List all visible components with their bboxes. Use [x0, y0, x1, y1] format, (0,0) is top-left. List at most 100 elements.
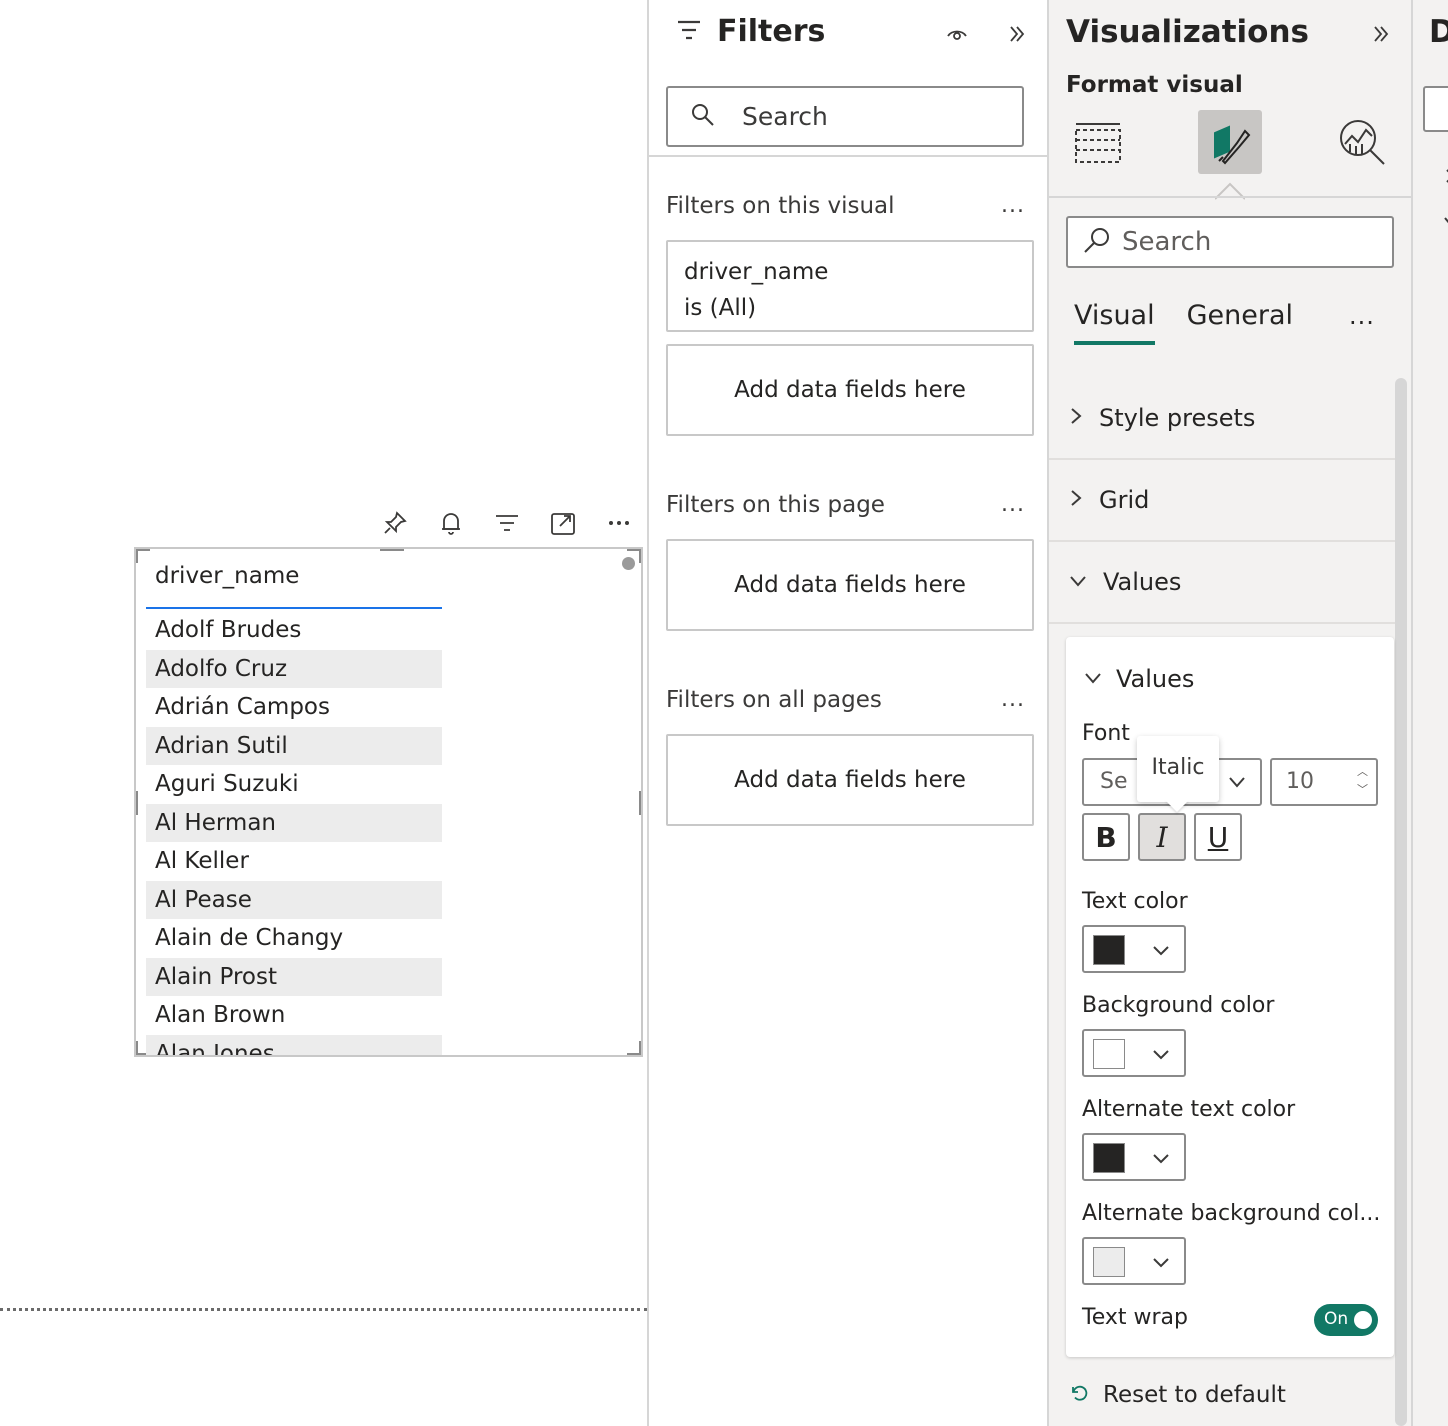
values-subsection-label: Values [1116, 665, 1195, 693]
italic-button[interactable]: I [1138, 813, 1186, 861]
font-size-stepper[interactable]: 10 ︿ ﹀ [1270, 758, 1378, 806]
more-options-button[interactable]: ... [1001, 687, 1025, 712]
add-data-fields-visual[interactable]: Add data fields here [666, 344, 1034, 436]
data-pane: D [1411, 0, 1448, 1426]
more-options-button[interactable]: ... [1349, 302, 1375, 330]
color-swatch [1093, 1143, 1125, 1173]
decrement-icon[interactable]: ﹀ [1357, 784, 1368, 796]
resize-handle[interactable] [380, 549, 404, 551]
tab-general[interactable]: General [1187, 300, 1293, 345]
list-item[interactable]: Al Pease [146, 880, 442, 919]
alternate-background-color-label: Alternate background col... [1082, 1201, 1381, 1226]
grid-section[interactable]: Grid [1049, 460, 1395, 542]
visual-header [378, 506, 636, 540]
bold-button[interactable]: B [1082, 813, 1130, 861]
list-item[interactable]: Al Keller [146, 842, 442, 881]
color-swatch [1093, 1039, 1125, 1069]
chevron-down-icon [1069, 573, 1087, 592]
list-item[interactable]: Aguri Suzuki [146, 765, 442, 804]
resize-handle[interactable] [639, 791, 641, 815]
data-pane-title: D [1429, 14, 1448, 50]
color-swatch [1093, 1247, 1125, 1277]
values-subsection-header[interactable]: Values [1084, 665, 1194, 693]
search-icon [1082, 225, 1112, 259]
list-item[interactable]: Alain Prost [146, 957, 442, 996]
alternate-background-color-picker[interactable] [1082, 1237, 1186, 1285]
chevron-down-icon [1228, 760, 1246, 820]
build-visual-icon[interactable] [1066, 110, 1130, 174]
filter-card-driver-name[interactable]: driver_name is (All) [666, 240, 1034, 332]
tooltip-arrow [1165, 800, 1189, 812]
chevron-down-icon [1152, 937, 1170, 967]
filters-on-page-label: Filters on this page [666, 492, 885, 518]
reset-to-default-button[interactable]: Reset to default [1069, 1382, 1286, 1408]
format-search-input[interactable]: Search [1066, 216, 1394, 268]
font-label: Font [1082, 721, 1130, 746]
underline-button[interactable]: U [1194, 813, 1242, 861]
text-wrap-label: Text wrap [1082, 1305, 1188, 1330]
list-item[interactable]: Al Herman [146, 803, 442, 842]
add-data-fields-all-pages[interactable]: Add data fields here [666, 734, 1034, 826]
list-item[interactable]: Alan Jones [146, 1034, 442, 1055]
filter-field-name: driver_name [684, 259, 829, 285]
color-swatch [1093, 935, 1125, 965]
list-item[interactable]: Adolfo Cruz [146, 649, 442, 688]
background-color-picker[interactable] [1082, 1029, 1186, 1077]
slicer-header: driver_name [146, 561, 442, 609]
bell-icon[interactable] [434, 506, 468, 540]
toggle-knob [1354, 1311, 1372, 1329]
increment-icon[interactable]: ︿ [1357, 766, 1368, 778]
visualizations-title: Visualizations [1066, 14, 1309, 50]
list-item[interactable]: Alan Brown [146, 996, 442, 1035]
collapse-visualizations-button[interactable] [1365, 18, 1397, 50]
more-options-button[interactable]: ... [1001, 492, 1025, 517]
collapse-filters-button[interactable] [1001, 18, 1033, 50]
chevron-down-icon [1152, 1249, 1170, 1279]
filters-title: Filters [717, 14, 826, 49]
pin-icon[interactable] [378, 506, 412, 540]
chevron-down-icon [1152, 1145, 1170, 1175]
filters-on-all-pages-label: Filters on all pages [666, 687, 882, 713]
chevron-right-icon [1069, 407, 1083, 429]
list-item[interactable]: Adrián Campos [146, 688, 442, 727]
resize-handle[interactable] [136, 791, 138, 815]
resize-handle[interactable] [627, 1041, 641, 1055]
driver-name-slicer[interactable]: driver_name Adolf Brudes Adolfo Cruz Adr… [134, 547, 643, 1057]
values-section[interactable]: Values [1049, 542, 1395, 624]
divider [649, 155, 1047, 157]
scroll-indicator[interactable] [622, 557, 635, 570]
section-label: Grid [1099, 486, 1150, 514]
format-tabs: Visual General [1074, 300, 1293, 345]
list-item[interactable]: Adolf Brudes [146, 611, 442, 650]
add-data-fields-page[interactable]: Add data fields here [666, 539, 1034, 631]
font-size-value: 10 [1286, 769, 1314, 794]
style-presets-section[interactable]: Style presets [1049, 378, 1395, 460]
search-placeholder: Search [1122, 227, 1212, 257]
list-item[interactable]: Alain de Changy [146, 919, 442, 958]
analytics-icon[interactable] [1330, 110, 1394, 174]
alternate-text-color-label: Alternate text color [1082, 1097, 1296, 1122]
more-options-button[interactable]: ... [1001, 193, 1025, 218]
format-visual-label: Format visual [1066, 72, 1243, 98]
filters-search-input[interactable]: Search [666, 86, 1024, 147]
report-canvas[interactable]: driver_name Adolf Brudes Adolfo Cruz Adr… [0, 0, 647, 1426]
tab-visual[interactable]: Visual [1074, 300, 1155, 345]
format-visual-icon[interactable] [1198, 110, 1262, 174]
chevron-right-icon [1069, 489, 1083, 511]
undo-icon [1069, 1383, 1089, 1407]
data-search-input[interactable] [1423, 86, 1448, 132]
focus-mode-icon[interactable] [546, 506, 580, 540]
section-label: Style presets [1099, 404, 1256, 432]
more-options-icon[interactable] [602, 506, 636, 540]
alternate-text-color-picker[interactable] [1082, 1133, 1186, 1181]
values-card: Values Font Se 10 ︿ ﹀ Italic B I U Text … [1066, 637, 1394, 1357]
filter-icon[interactable] [490, 506, 524, 540]
eye-icon[interactable] [941, 18, 973, 50]
text-color-picker[interactable] [1082, 925, 1186, 973]
font-family-value: Se [1100, 769, 1128, 794]
scrollbar[interactable] [1395, 378, 1407, 1426]
filter-icon [675, 16, 703, 48]
list-item[interactable]: Adrian Sutil [146, 726, 442, 765]
text-wrap-toggle[interactable]: On [1314, 1304, 1378, 1336]
chevron-down-icon[interactable] [1443, 212, 1448, 231]
